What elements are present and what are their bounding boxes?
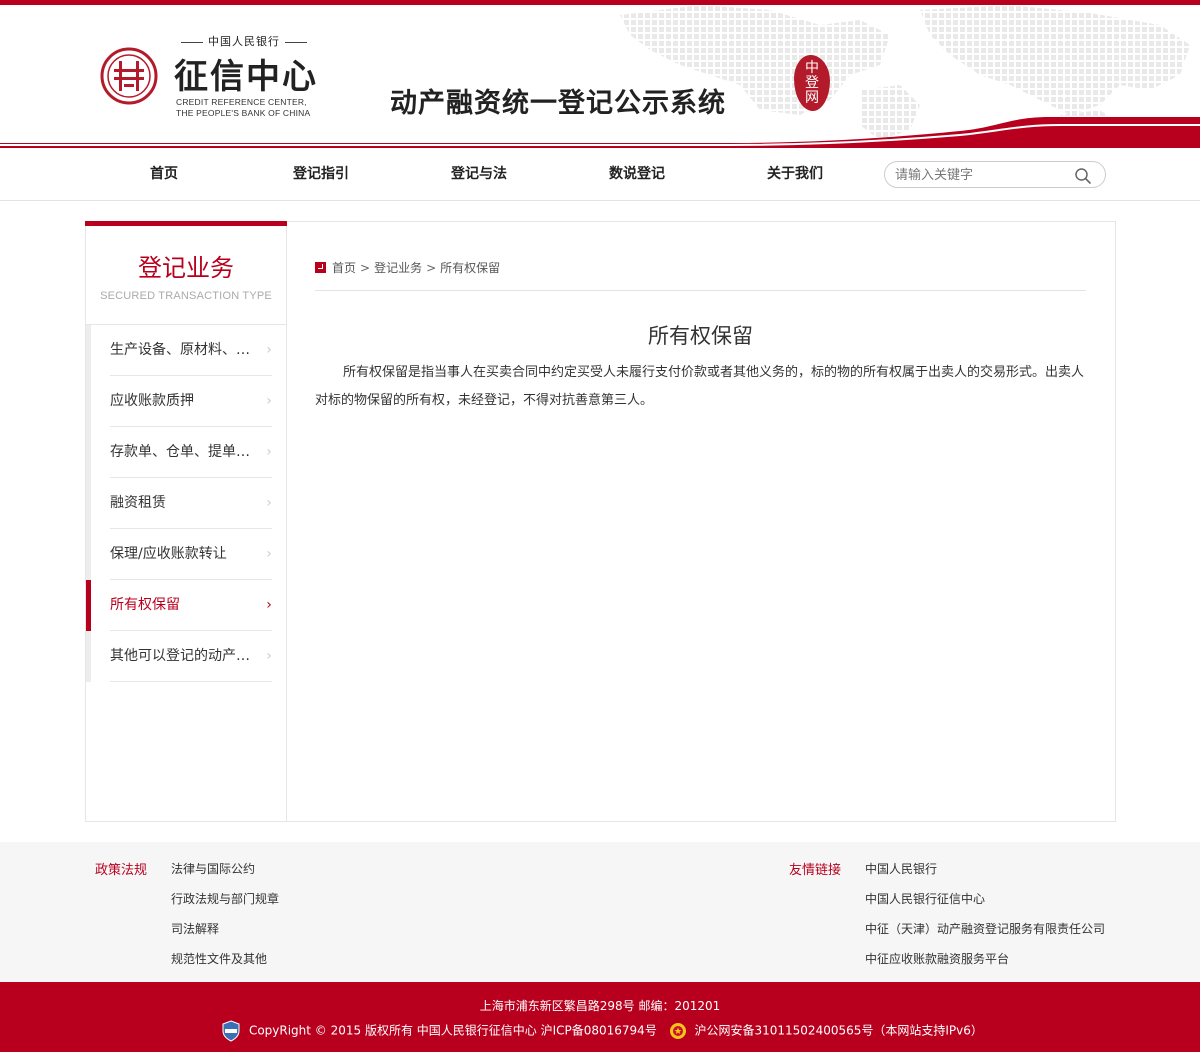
sidebar-item-deposit-warehouse-pledge[interactable]: 存款单、仓单、提单质押 › (110, 427, 272, 478)
footer-copyright-line: CopyRight © 2015 版权所有 中国人民银行征信中心 沪ICP备08… (0, 1020, 1200, 1042)
search-icon[interactable] (1074, 167, 1092, 185)
sidebar-item-label: 其他可以登记的动产和权利担保 (110, 648, 262, 664)
zhongdengwang-seal-logo: 中登网 (794, 55, 830, 111)
footer-policy-heading: 政策法规 (95, 863, 148, 878)
footer-friend-link[interactable]: 中国人民银行征信中心 (865, 890, 985, 907)
main-nav: 首页 登记指引 登记与法 数说登记 关于我们 (0, 148, 1200, 201)
nav-about-us[interactable]: 关于我们 (735, 148, 855, 201)
footer-policy-link[interactable]: 规范性文件及其他 (171, 950, 267, 967)
footer-friend-link[interactable]: 中征（天津）动产融资登记服务有限责任公司 (865, 920, 1105, 937)
article-body: 所有权保留是指当事人在买卖合同中约定买受人未履行支付价款或者其他义务的，标的物的… (315, 365, 1085, 408)
breadcrumb-home[interactable]: 首页 (332, 261, 356, 275)
sidebar-title: 登记业务 (138, 254, 234, 282)
logo-title: 征信中心 (174, 57, 318, 97)
search-box (884, 161, 1106, 188)
chevron-right-icon: › (266, 495, 272, 511)
logo-english-line1: CREDIT REFERENCE CENTER, (176, 97, 307, 107)
credit-center-logo-icon (100, 47, 158, 105)
content-area: 首页 > 登记业务 > 所有权保留 所有权保留 所有权保留是指当事人在买卖合同中约定买受… (315, 222, 1086, 821)
breadcrumb-arrow-icon (315, 262, 326, 273)
chevron-right-icon: › (266, 342, 272, 358)
footer-police-record[interactable]: 沪公网安备31011502400565号（本网站支持IPv6） (694, 1024, 982, 1038)
breadcrumb-registration-business[interactable]: 登记业务 (374, 261, 422, 275)
nav-registration-law[interactable]: 登记与法 (419, 148, 539, 201)
nav-registration-guide[interactable]: 登记指引 (261, 148, 381, 201)
content-divider (315, 290, 1086, 291)
main-panel: 登记业务 SECURED TRANSACTION TYPE 生产设备、原材料、半… (85, 221, 1116, 822)
sidebar-item-retention-of-title[interactable]: 所有权保留 › (110, 580, 272, 631)
search-input[interactable] (895, 165, 1065, 185)
site-verification-badge-icon[interactable] (221, 1020, 241, 1042)
footer-policy-link[interactable]: 司法解释 (171, 920, 219, 937)
sidebar-item-label: 应收账款质押 (110, 393, 194, 409)
chevron-right-icon: › (266, 648, 272, 664)
footer-address: 上海市浦东新区繁昌路298号 邮编：201201 (479, 999, 721, 1013)
footer-copyright-bar: 上海市浦东新区繁昌路298号 邮编：201201 CopyRight © 201… (0, 982, 1200, 1052)
breadcrumb-current: 所有权保留 (440, 261, 501, 275)
site-header: 中国人民银行 征信中心 CREDIT REFERENCE CENTER, THE… (0, 5, 1200, 148)
sidebar-item-label: 存款单、仓单、提单质押 (110, 444, 262, 460)
footer-friend-link[interactable]: 中国人民银行 (865, 860, 937, 877)
breadcrumb: 首页 > 登记业务 > 所有权保留 (315, 259, 500, 276)
footer-friend-heading: 友情链接 (789, 863, 842, 878)
sidebar-item-receivables-pledge[interactable]: 应收账款质押 › (110, 376, 272, 427)
sidebar-subtitle: SECURED TRANSACTION TYPE (100, 290, 272, 302)
breadcrumb-separator: > (426, 261, 437, 275)
sidebar-item-other-security[interactable]: 其他可以登记的动产和权利担保 › (110, 631, 272, 682)
chevron-right-icon: › (266, 597, 272, 613)
nav-data-registration[interactable]: 数说登记 (577, 148, 697, 201)
footer-friend-link[interactable]: 中征应收账款融资服务平台 (865, 950, 1009, 967)
chevron-right-icon: › (266, 444, 272, 460)
chevron-right-icon: › (266, 546, 272, 562)
sidebar-active-indicator (86, 580, 91, 631)
sidebar-item-factoring[interactable]: 保理/应收账款转让 › (110, 529, 272, 580)
sidebar: 登记业务 SECURED TRANSACTION TYPE 生产设备、原材料、半… (85, 221, 287, 821)
sidebar-item-label: 生产设备、原材料、半成品、产品抵押 (110, 342, 262, 358)
sidebar-item-label: 融资租赁 (110, 495, 166, 511)
sidebar-item-label: 所有权保留 (110, 597, 180, 613)
logo-parent-org: 中国人民银行 (176, 33, 312, 49)
breadcrumb-separator: > (360, 261, 371, 275)
logo-english-line2: THE PEOPLE'S BANK OF CHINA (176, 108, 311, 118)
sidebar-accent-bar (85, 221, 287, 226)
article-title: 所有权保留 (648, 324, 753, 348)
footer-links: 政策法规 法律与国际公约 行政法规与部门规章 司法解释 规范性文件及其他 友情链… (0, 842, 1200, 982)
sidebar-item-financial-leasing[interactable]: 融资租赁 › (110, 478, 272, 529)
system-title: 动产融资统一登记公示系统 (390, 88, 726, 119)
footer-policy-link[interactable]: 法律与国际公约 (171, 860, 255, 877)
footer-policy-link[interactable]: 行政法规与部门规章 (171, 890, 279, 907)
sidebar-item-label: 保理/应收账款转让 (110, 546, 227, 562)
footer-copyright-text[interactable]: CopyRight © 2015 版权所有 中国人民银行征信中心 沪ICP备08… (249, 1024, 657, 1038)
nav-home[interactable]: 首页 (104, 148, 224, 201)
chevron-right-icon: › (266, 393, 272, 409)
sidebar-menu: 生产设备、原材料、半成品、产品抵押 › 应收账款质押 › 存款单、仓单、提单质押… (86, 324, 286, 682)
police-emblem-icon (669, 1023, 686, 1039)
sidebar-item-equipment-mortgage[interactable]: 生产设备、原材料、半成品、产品抵押 › (110, 325, 272, 376)
